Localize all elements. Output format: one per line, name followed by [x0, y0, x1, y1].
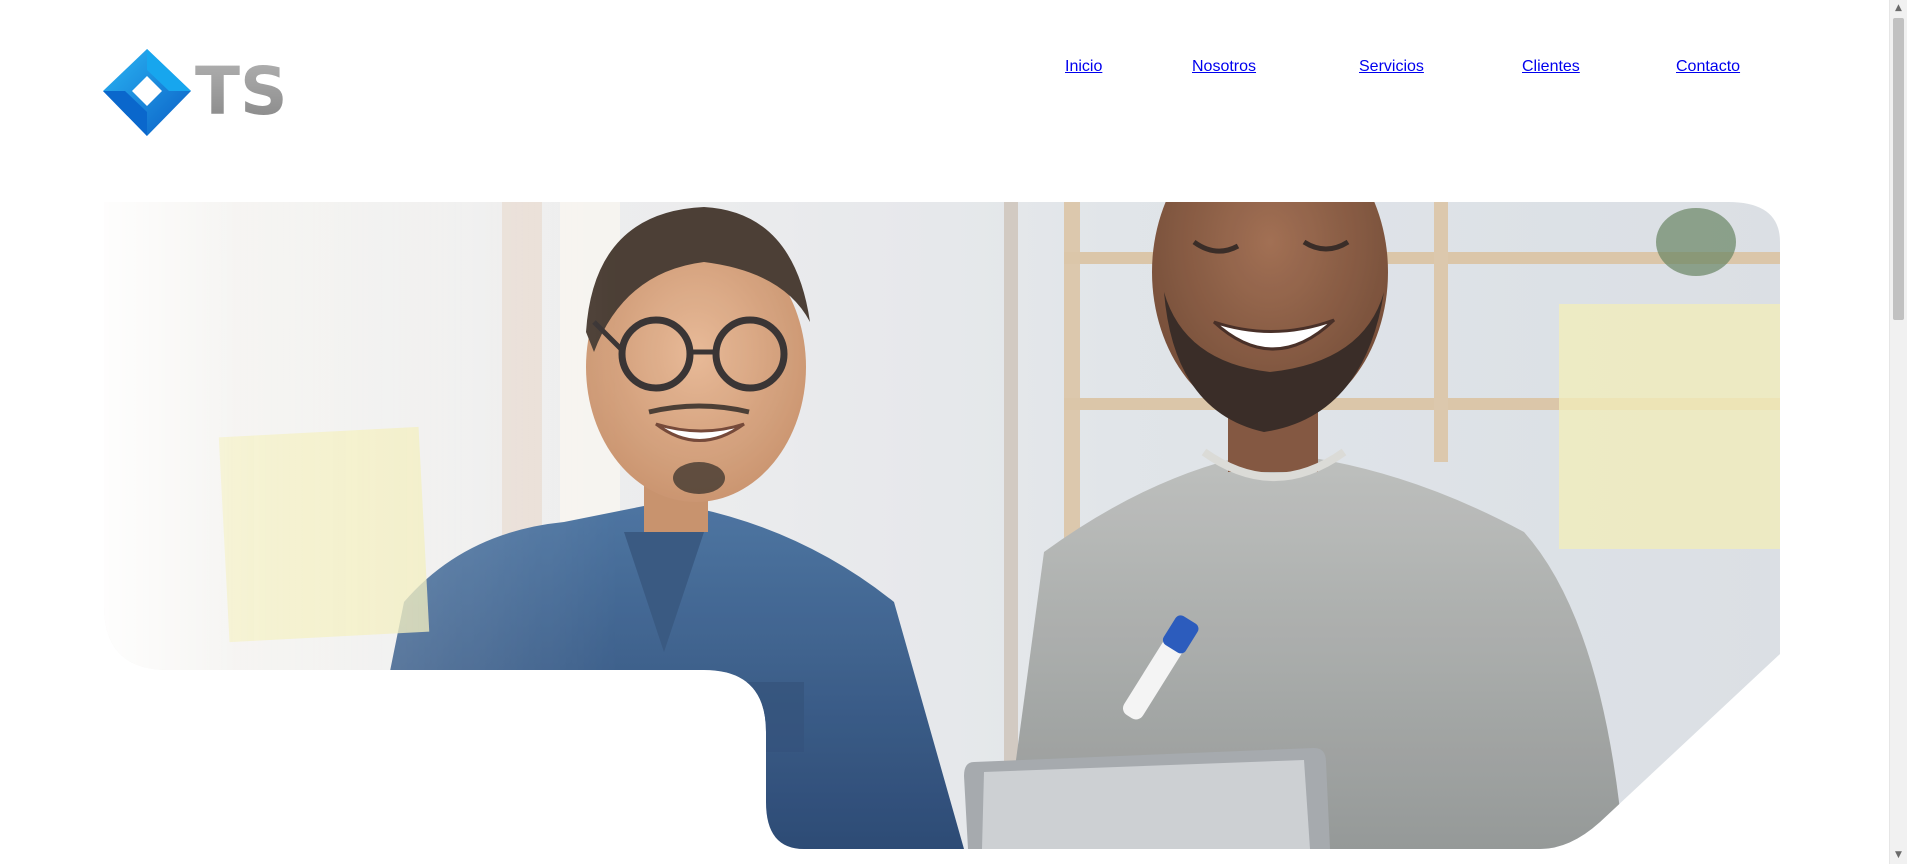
chevron-down-icon[interactable]: ▼ — [1890, 847, 1907, 864]
nav-link-contacto[interactable]: Contacto — [1676, 58, 1740, 76]
svg-text:TS: TS — [195, 53, 288, 130]
logo-icon: TS — [103, 49, 288, 136]
nav-link-inicio[interactable]: Inicio — [1065, 58, 1102, 76]
nav-link-servicios[interactable]: Servicios — [1359, 58, 1424, 76]
nav-link-nosotros[interactable]: Nosotros — [1192, 58, 1256, 76]
hero-image — [104, 202, 1780, 849]
logo-letters: TS — [195, 53, 288, 130]
page: TS Inicio Nosotros Servicios Clientes Co… — [0, 0, 1907, 864]
vertical-scrollbar[interactable]: ▲ ▼ — [1889, 0, 1907, 864]
nav-link-clientes[interactable]: Clientes — [1522, 58, 1580, 76]
chevron-up-icon[interactable]: ▲ — [1890, 0, 1907, 17]
scrollbar-thumb[interactable] — [1893, 18, 1904, 320]
site-logo[interactable]: TS — [103, 46, 303, 146]
